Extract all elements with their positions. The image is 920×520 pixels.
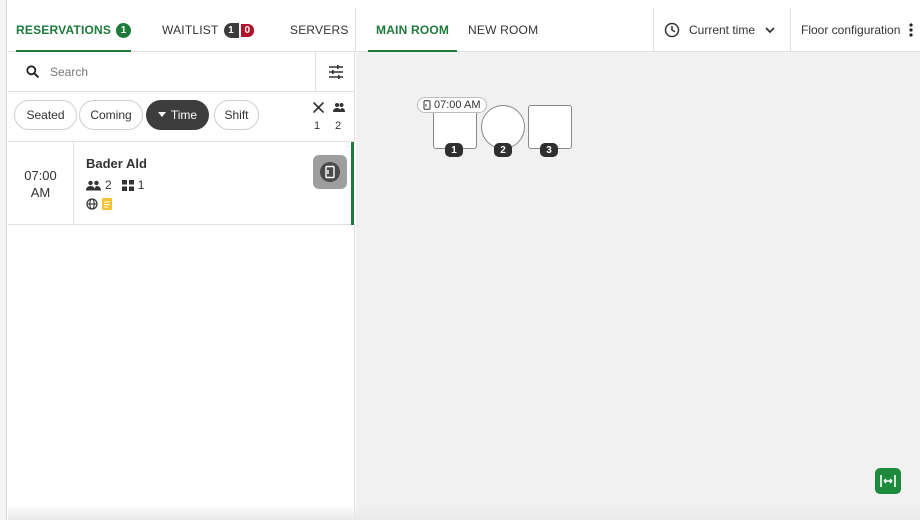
guests-count: 2 xyxy=(335,120,342,132)
divider xyxy=(653,8,654,52)
tab-waitlist[interactable]: WAITLIST 10 xyxy=(162,8,257,52)
fit-width-button[interactable] xyxy=(875,468,901,494)
top-navigation: RESERVATIONS 1 WAITLIST 10 SERVERS MAIN … xyxy=(8,8,920,53)
tab-reservations[interactable]: RESERVATIONS 1 xyxy=(16,8,132,53)
covers-summary: 1 2 xyxy=(307,102,351,134)
reservation-panel: Seated Coming Time Shift 1 2 07:00 AM Ba… xyxy=(8,52,355,520)
tab-servers[interactable]: SERVERS xyxy=(290,8,349,52)
tab-main-room[interactable]: MAIN ROOM xyxy=(368,8,458,53)
waitlist-alert-badge: 0 xyxy=(238,21,257,39)
current-time-dropdown[interactable]: Current time xyxy=(664,8,775,52)
floor-configuration-label: Floor configuration xyxy=(801,23,901,37)
reservations-count-badge: 1 xyxy=(116,22,132,38)
table-count: 1 xyxy=(137,178,145,192)
table-reservation-time: 07:00 AM xyxy=(434,99,481,111)
note-icon xyxy=(102,198,112,210)
chip-time-label: Time xyxy=(170,108,198,122)
cutlery-icon xyxy=(313,102,324,116)
filter-sliders-icon xyxy=(328,64,344,80)
fit-width-icon xyxy=(880,474,896,488)
people-icon xyxy=(86,180,101,191)
chip-coming[interactable]: Coming xyxy=(79,100,143,130)
seat-door-icon xyxy=(423,100,431,110)
window-left-edge xyxy=(0,0,7,520)
status-indicator xyxy=(351,142,354,225)
reservation-time: 07:00 AM xyxy=(8,142,74,225)
search-bar xyxy=(8,52,355,92)
seat-reservation-button[interactable] xyxy=(313,155,347,189)
clock-icon xyxy=(664,22,680,38)
filter-button[interactable] xyxy=(315,52,355,92)
seat-door-icon xyxy=(319,161,341,183)
table-number-badge: 1 xyxy=(445,143,463,157)
tab-waitlist-label: WAITLIST xyxy=(162,23,219,37)
row-indicator: · xyxy=(346,142,349,151)
table-number-badge: 3 xyxy=(540,143,558,157)
tab-reservations-label: RESERVATIONS xyxy=(16,23,112,37)
chip-seated[interactable]: Seated xyxy=(14,100,77,130)
waitlist-count-badge: 1 xyxy=(223,22,239,38)
divider xyxy=(790,8,791,52)
reservation-tags xyxy=(86,198,112,210)
reservation-time-value: 07:00 xyxy=(24,168,57,183)
table-number-badge: 2 xyxy=(494,143,512,157)
chevron-down-icon xyxy=(765,26,775,34)
table-reservation-tag[interactable]: 07:00 AM xyxy=(417,97,488,113)
reservation-row[interactable]: 07:00 AM Bader Ald 2 1 · xyxy=(8,142,355,225)
party-size: 2 xyxy=(105,178,112,192)
guest-name: Bader Ald xyxy=(86,156,147,171)
reservation-time-ampm: AM xyxy=(30,185,51,200)
floor-plan[interactable]: 07:00 AM 1 2 3 xyxy=(356,52,920,520)
search-input[interactable] xyxy=(50,62,290,82)
tab-main-room-label: MAIN ROOM xyxy=(376,23,450,37)
people-icon xyxy=(333,102,345,116)
chip-time[interactable]: Time xyxy=(146,100,209,130)
covers-count: 1 xyxy=(314,120,321,132)
globe-icon xyxy=(86,198,98,210)
floor-configuration-button[interactable]: Floor configuration xyxy=(801,8,913,52)
tab-new-room-label: NEW ROOM xyxy=(468,23,539,37)
caret-down-icon xyxy=(157,112,166,118)
reservation-meta: 2 1 xyxy=(86,178,144,192)
kebab-menu-icon[interactable] xyxy=(909,23,913,37)
filter-chips: Seated Coming Time Shift 1 2 xyxy=(8,92,355,142)
divider xyxy=(355,8,356,52)
tab-new-room[interactable]: NEW ROOM xyxy=(466,8,540,52)
current-time-label: Current time xyxy=(689,23,756,37)
tab-servers-label: SERVERS xyxy=(290,23,349,37)
table-icon xyxy=(121,179,134,191)
search-icon xyxy=(26,65,39,83)
chip-shift[interactable]: Shift xyxy=(214,100,259,130)
